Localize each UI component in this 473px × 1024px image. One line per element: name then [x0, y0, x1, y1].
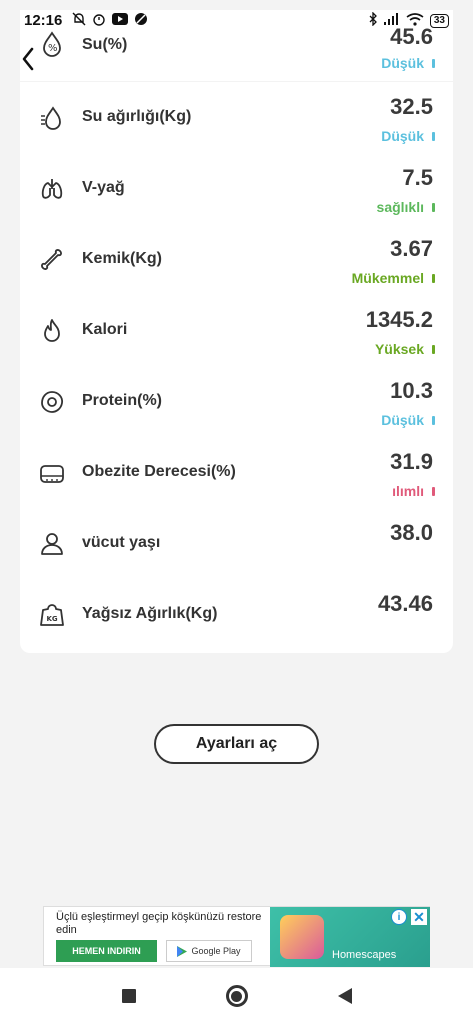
metric-status: Mükemmel: [352, 270, 435, 286]
chevron-left-icon: [22, 47, 34, 71]
water-weight-icon: [38, 104, 66, 132]
metric-label: Yağsız Ağırlık(Kg): [82, 605, 218, 622]
nav-back-button[interactable]: [337, 988, 352, 1004]
metric-label: Protein(%): [82, 392, 162, 409]
ad-banner[interactable]: Üçlü eşleştirmeyl geçip köşkünüzü restor…: [43, 906, 430, 967]
metric-value: 10.3: [390, 378, 433, 403]
bluetooth-icon: [368, 11, 378, 29]
ad-close-icon[interactable]: ✕: [411, 909, 427, 925]
status-bar-marker: [432, 131, 435, 141]
svg-text:%: %: [48, 43, 58, 54]
status-bar-marker: [432, 486, 435, 496]
status-text: Mükemmel: [351, 270, 424, 286]
metric-row-visceral-fat[interactable]: V-yağ 7.5 sağlıklı: [20, 153, 453, 224]
metric-status: Yüksek: [375, 341, 435, 357]
metric-status: Düşük: [381, 128, 435, 144]
metric-row-protein[interactable]: Protein(%) 10.3 Düşük: [20, 366, 453, 437]
circle-slash-icon: [134, 12, 148, 29]
status-time: 12:16: [24, 12, 63, 29]
lungs-icon: [38, 175, 66, 203]
home-button[interactable]: [225, 985, 248, 1007]
status-text: Yüksek: [374, 341, 424, 357]
metric-status: Düşük: [381, 55, 435, 71]
alarm-icon: [92, 12, 106, 29]
status-text: Düşük: [381, 128, 424, 144]
bone-icon: [38, 246, 66, 274]
metric-value: 3.67: [390, 236, 433, 261]
metric-status: sağlıklı: [377, 199, 435, 215]
metric-row-water-weight[interactable]: Su ağırlığı(Kg) 32.5 Düşük: [20, 82, 453, 153]
status-text: sağlıklı: [376, 199, 424, 215]
google-play-label: Google Play: [191, 946, 241, 956]
recent-apps-button[interactable]: [121, 989, 136, 1003]
back-button[interactable]: [14, 44, 42, 74]
status-bar-marker: [432, 58, 435, 68]
metric-row-obesity[interactable]: Obezite Derecesi(%) 31.9 ılımlı: [20, 437, 453, 508]
system-nav-bar: [0, 968, 473, 1024]
bell-off-icon: [72, 12, 86, 29]
metric-label: Obezite Derecesi(%): [82, 463, 236, 480]
metric-value: 38.0: [390, 520, 433, 545]
status-bar: 12:16 33: [0, 0, 473, 40]
ad-install-button[interactable]: HEMEN INDIRIN: [56, 940, 157, 962]
egg-icon: [38, 388, 66, 416]
status-bar-marker: [432, 344, 435, 354]
ad-info-icon[interactable]: i: [391, 909, 407, 925]
wifi-icon: [406, 12, 424, 29]
metric-label: Su ağırlığı(Kg): [82, 108, 192, 125]
metric-label: Kemik(Kg): [82, 250, 163, 267]
metric-label: vücut yaşı: [82, 534, 161, 551]
metric-value: 32.5: [390, 94, 433, 119]
metric-label: V-yağ: [82, 179, 125, 196]
status-text: Düşük: [381, 55, 424, 71]
signal-icon: [383, 13, 400, 28]
status-text: Düşük: [381, 412, 424, 428]
metric-value: 43.46: [377, 591, 433, 616]
battery-indicator: 33: [429, 13, 449, 28]
home-dot: [231, 990, 242, 1002]
flame-icon: [38, 317, 66, 345]
metric-value: 1345.2: [365, 307, 433, 332]
ad-text: Üçlü eşleştirmeyl geçip köşkünüzü restor…: [56, 911, 262, 936]
status-bar-marker: [432, 273, 435, 283]
kg-weight-icon: KG: [38, 601, 66, 629]
open-settings-button[interactable]: Ayarları aç: [154, 724, 319, 764]
google-play-icon: [177, 945, 188, 957]
status-bar-marker: [432, 415, 435, 425]
metric-value: 7.5: [402, 165, 433, 190]
status-bar-marker: [432, 202, 435, 212]
metric-label: Kalori: [82, 321, 128, 338]
metric-status: ılımlı: [392, 483, 435, 499]
obesity-icon: [38, 459, 66, 487]
game-thumbnail: [280, 915, 324, 959]
metric-value: 31.9: [390, 449, 433, 474]
game-name: Homescapes: [332, 949, 397, 961]
metric-status: Düşük: [381, 412, 435, 428]
person-icon: [38, 530, 66, 558]
svg-text:KG: KG: [47, 615, 58, 623]
metric-row-bone[interactable]: Kemik(Kg) 3.67 Mükemmel: [20, 224, 453, 295]
metric-row-lean-mass[interactable]: KG Yağsız Ağırlık(Kg) 43.46: [20, 579, 453, 653]
status-text: ılımlı: [392, 483, 424, 499]
metric-row-calorie[interactable]: Kalori 1345.2 Yüksek: [20, 295, 453, 366]
google-play-badge[interactable]: Google Play: [166, 940, 252, 962]
metric-row-body-age[interactable]: vücut yaşı 38.0: [20, 508, 453, 579]
youtube-icon: [112, 13, 129, 28]
